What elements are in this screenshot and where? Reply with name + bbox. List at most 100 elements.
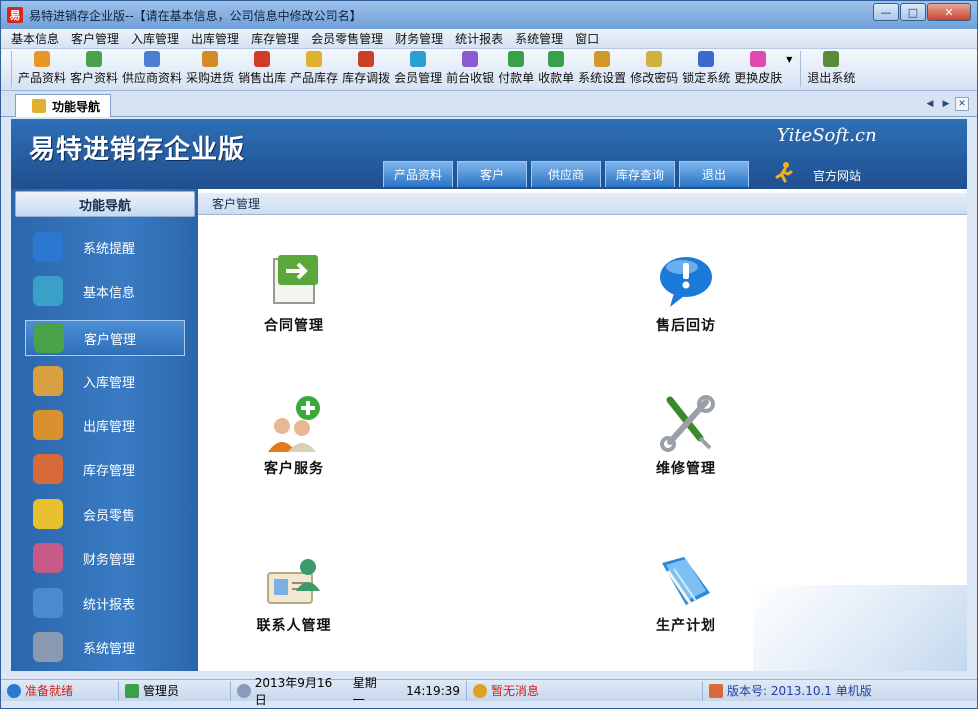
toolbar-member-button[interactable]: 会员管理: [394, 51, 442, 90]
menu-item-inventory-mgmt[interactable]: 库存管理: [245, 30, 305, 47]
feature-customer-service[interactable]: 客户服务: [234, 394, 354, 478]
tab-navigation: ◀ ▶ ✕: [921, 97, 969, 111]
menu-item-member-retail[interactable]: 会员零售管理: [305, 30, 389, 47]
status-message: 暂无消息: [467, 680, 703, 701]
keyboard-decoration: [753, 585, 967, 671]
main-window: 易 易特进销存企业版--【请在基本信息，公司信息中修改公司名】 — □ ✕ 基本…: [0, 0, 978, 709]
customer-icon: [86, 51, 103, 67]
banner-tab-stock-query[interactable]: 库存查询: [605, 161, 675, 187]
minimize-button[interactable]: —: [873, 3, 899, 21]
inbound-box-icon: [33, 366, 63, 396]
banner-brand-logo: YiteSoft.cn: [777, 125, 877, 146]
menu-bar: 基本信息 客户管理 入库管理 出库管理 库存管理 会员零售管理 财务管理 统计报…: [1, 29, 977, 49]
box-icon: [306, 51, 323, 67]
status-user: 管理员: [119, 680, 231, 701]
toolbar-stock-button[interactable]: 产品库存: [290, 51, 338, 90]
sidebar-item-finance-mgmt[interactable]: 财务管理: [25, 540, 185, 576]
status-time: 14:19:39: [406, 683, 461, 698]
menu-item-inbound-mgmt[interactable]: 入库管理: [125, 30, 185, 47]
sidebar-item-inventory-mgmt[interactable]: 库存管理: [25, 451, 185, 487]
menu-item-customer-mgmt[interactable]: 客户管理: [65, 30, 125, 47]
banner-tab-products[interactable]: 产品资料: [383, 161, 453, 187]
title-bar[interactable]: 易 易特进销存企业版--【请在基本信息，公司信息中修改公司名】 — □ ✕: [1, 1, 977, 29]
sidebar: 功能导航 系统提醒 基本信息 客户管理 入库管理 出库管理 库存管理 会员零售 …: [11, 189, 198, 671]
toolbar-sales-button[interactable]: 销售出库: [238, 51, 286, 90]
status-bar: 准备就绪 管理员 2013年9月16日 星期一 14:19:39 暂无消息 版本…: [1, 676, 977, 707]
member-retail-icon: [33, 499, 63, 529]
toolbar-receipt-button[interactable]: 收款单: [538, 51, 574, 90]
status-datetime: 2013年9月16日 星期一 14:19:39: [231, 676, 467, 707]
feature-contact-mgmt[interactable]: 联系人管理: [234, 551, 354, 635]
sidebar-item-outbound-mgmt[interactable]: 出库管理: [25, 407, 185, 443]
main-panel: 客户管理 合同管理 售后回访 客户服务 维修管理 联系人管理 生产计划: [198, 189, 967, 671]
toolbar-customer-button[interactable]: 客户资料: [70, 51, 118, 90]
toolbar-purchase-button[interactable]: 采购进货: [186, 51, 234, 90]
maximize-button[interactable]: □: [900, 3, 926, 21]
close-button[interactable]: ✕: [927, 3, 971, 21]
exit-icon: [823, 51, 840, 67]
toolbar-payment-button[interactable]: 付款单: [498, 51, 534, 90]
sidebar-item-system-mgmt[interactable]: 系统管理: [25, 629, 185, 665]
banner-tabs: 产品资料 客户 供应商 库存查询 退出: [383, 161, 753, 187]
menu-item-finance-mgmt[interactable]: 财务管理: [389, 30, 449, 47]
tab-prev-icon[interactable]: ◀: [923, 97, 937, 111]
sidebar-item-basic-info[interactable]: 基本信息: [25, 273, 185, 309]
toolbar: 产品资料 客户资料 供应商资料 采购进货 销售出库 产品库存 库存调拨 会员管理…: [1, 49, 977, 91]
feature-repair-mgmt[interactable]: 维修管理: [626, 394, 746, 478]
settings-icon: [594, 51, 611, 67]
menu-item-outbound-mgmt[interactable]: 出库管理: [185, 30, 245, 47]
info-icon: [33, 232, 63, 262]
toolbar-skin-button[interactable]: 更换皮肤: [734, 51, 782, 90]
payment-icon: [508, 51, 525, 67]
menu-item-basic-info[interactable]: 基本信息: [5, 30, 65, 47]
tab-next-icon[interactable]: ▶: [939, 97, 953, 111]
message-icon: [473, 683, 487, 698]
sidebar-header: 功能导航: [15, 191, 195, 217]
toolbar-settings-button[interactable]: 系统设置: [578, 51, 626, 90]
feature-production-plan[interactable]: 生产计划: [626, 551, 746, 635]
window-controls: — □ ✕: [872, 3, 971, 21]
feature-after-sales-visit[interactable]: 售后回访: [626, 251, 746, 335]
warehouse-icon: [33, 454, 63, 484]
toolbar-exit-button[interactable]: 退出系统: [807, 51, 855, 90]
toolbar-password-button[interactable]: 修改密码: [630, 51, 678, 90]
folder-icon: [662, 557, 710, 605]
truck-icon: [202, 51, 219, 67]
window-title: 易特进销存企业版--【请在基本信息，公司信息中修改公司名】: [29, 8, 362, 23]
banner-tab-exit[interactable]: 退出: [679, 161, 749, 187]
toolbar-supplier-button[interactable]: 供应商资料: [122, 51, 182, 90]
status-version: 版本号: 2013.10.1 单机版: [703, 681, 965, 701]
password-icon: [646, 51, 663, 67]
toolbar-lock-button[interactable]: 锁定系统: [682, 51, 730, 90]
feature-contract-mgmt[interactable]: 合同管理: [234, 251, 354, 335]
sidebar-item-customer-mgmt[interactable]: 客户管理: [25, 320, 185, 356]
contract-icon: [273, 255, 318, 304]
receipt-icon: [548, 51, 565, 67]
cart-icon: [254, 51, 271, 67]
status-ready: 准备就绪: [1, 680, 119, 701]
toolbar-transfer-button[interactable]: 库存调拨: [342, 51, 390, 90]
toolbar-separator: [800, 51, 802, 87]
tools-icon: [660, 395, 715, 452]
menu-item-window[interactable]: 窗口: [569, 30, 605, 47]
skin-dropdown-icon[interactable]: ▼: [786, 55, 792, 90]
sidebar-item-inbound-mgmt[interactable]: 入库管理: [25, 363, 185, 399]
star-icon: [32, 99, 46, 113]
home-icon: [709, 683, 723, 698]
banner-tab-customers[interactable]: 客户: [457, 161, 527, 187]
sidebar-item-reports[interactable]: 统计报表: [25, 585, 185, 621]
toolbar-product-button[interactable]: 产品资料: [18, 51, 66, 90]
app-banner: 易特进销存企业版 YiteSoft.cn 产品资料 客户 供应商 库存查询 退出…: [11, 119, 967, 189]
app-icon: 易: [7, 7, 23, 23]
banner-tab-suppliers[interactable]: 供应商: [531, 161, 601, 187]
speech-bubble-icon: [660, 257, 712, 307]
sidebar-item-system-reminder[interactable]: 系统提醒: [25, 229, 185, 265]
sidebar-item-member-retail[interactable]: 会员零售: [25, 496, 185, 532]
status-weekday: 星期一: [352, 675, 377, 707]
toolbar-cashier-button[interactable]: 前台收银: [446, 51, 494, 90]
tab-function-nav[interactable]: 功能导航: [15, 94, 111, 117]
menu-item-system-mgmt[interactable]: 系统管理: [509, 30, 569, 47]
official-site-link[interactable]: 官方网站: [813, 167, 861, 184]
tab-close-icon[interactable]: ✕: [955, 97, 969, 111]
menu-item-reports[interactable]: 统计报表: [449, 30, 509, 47]
